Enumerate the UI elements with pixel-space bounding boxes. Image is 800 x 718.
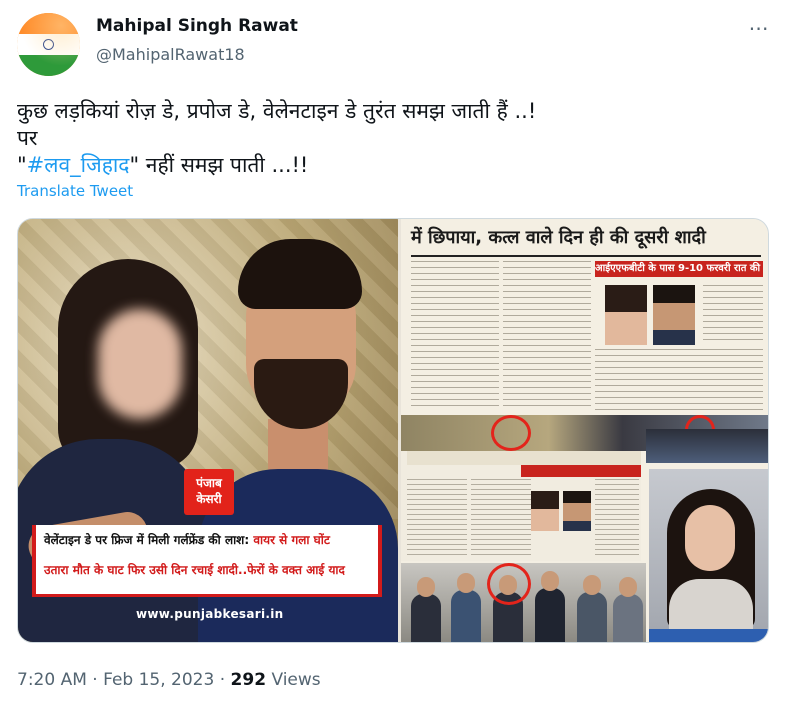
newspaper-column <box>503 261 591 411</box>
display-name[interactable]: Mahipal Singh Rawat <box>96 16 298 36</box>
headline-part-1: वेलेंटाइन डे पर फ्रिज में मिली गर्लफ्रें… <box>44 533 250 547</box>
newspaper-clip-2 <box>401 451 641 561</box>
newspaper-photo-woman <box>605 285 647 345</box>
clip-column <box>595 479 639 559</box>
meta-separator: · <box>214 670 231 690</box>
newspaper-red-banner: आईएएफबीटी के पास 9-10 फरवरी रात की घटना <box>595 261 763 277</box>
tweet-date[interactable]: Feb 15, 2023 <box>103 670 214 690</box>
views-count[interactable]: 292 <box>231 670 267 690</box>
highlight-circle <box>487 563 531 605</box>
headline-part-2: वायर से गला घोंट <box>249 533 330 547</box>
newspaper-photo-man <box>653 285 695 345</box>
tweet-line-3: "#लव_जिहाद" नहीं समझ पाती ...!! <box>17 152 777 179</box>
blue-band <box>649 629 768 642</box>
headline-line-2: उतारा मौत के घाट फिर उसी दिन रचाई शादी..… <box>44 563 345 577</box>
tweet-meta: 7:20 AM · Feb 15, 2023 · 292 Views <box>17 670 321 690</box>
open-quote: " <box>17 153 27 177</box>
news-photo-left: पंजाब केसरी वेलेंटाइन डे पर फ्रिज में मि… <box>18 219 398 642</box>
person <box>577 592 607 642</box>
clip-photo-man <box>563 491 591 531</box>
newspaper-rule <box>411 255 761 257</box>
clip-photo-woman <box>531 491 559 531</box>
tv-screenshot <box>646 429 768 463</box>
group-photo <box>401 563 646 642</box>
avatar-overlay <box>17 13 80 76</box>
clip-red-banner <box>521 465 641 477</box>
news-site-url: www.punjabkesari.in <box>136 607 284 621</box>
meta-separator: · <box>86 670 104 690</box>
user-handle[interactable]: @MahipalRawat18 <box>96 45 245 64</box>
person <box>411 594 441 642</box>
logo-line-2: केसरी <box>196 492 222 506</box>
woman-portrait <box>649 469 768 629</box>
newspaper-column <box>411 261 499 411</box>
portrait-face <box>685 505 735 571</box>
newspaper-headline: में छिपाया, कत्ल वाले दिन ही की दूसरी शा… <box>411 227 706 248</box>
person <box>451 590 481 642</box>
person <box>535 588 565 642</box>
person-head <box>583 575 601 595</box>
tweet-text: कुछ लड़कियां रोज़ डे, प्रपोज डे, वेलेनटा… <box>17 98 777 179</box>
translate-tweet-link[interactable]: Translate Tweet <box>17 182 133 200</box>
highlight-circle <box>491 415 531 451</box>
tweet-time[interactable]: 7:20 AM <box>17 670 87 690</box>
person-head <box>541 571 559 591</box>
newspaper-column <box>703 285 763 345</box>
portrait-clothing <box>669 579 753 629</box>
newspaper-text-block <box>595 349 763 413</box>
clip-column <box>471 479 531 559</box>
woman-face-blurred <box>98 309 182 419</box>
hashtag-link[interactable]: #लव_जिहाद <box>27 153 130 177</box>
logo-line-1: पंजाब <box>196 476 222 490</box>
headline-line-1: वेलेंटाइन डे पर फ्रिज में मिली गर्लफ्रें… <box>44 531 370 549</box>
person <box>613 594 643 642</box>
newspaper-collage-right: में छिपाया, कत्ल वाले दिन ही की दूसरी शा… <box>401 219 768 642</box>
views-label[interactable]: Views <box>266 670 320 690</box>
clip-header <box>407 451 641 465</box>
clip-column <box>407 479 467 559</box>
person-head <box>619 577 637 597</box>
avatar[interactable] <box>17 13 80 76</box>
tweet-line-2: पर <box>17 126 38 150</box>
tweet-line-1: कुछ लड़कियां रोज़ डे, प्रपोज डे, वेलेनटा… <box>17 99 537 123</box>
tweet-media-image[interactable]: पंजाब केसरी वेलेंटाइन डे पर फ्रिज में मि… <box>17 218 769 643</box>
news-headline-box: वेलेंटाइन डे पर फ्रिज में मिली गर्लफ्रें… <box>32 525 382 597</box>
more-options-icon[interactable]: ⋯ <box>744 16 774 40</box>
punjab-kesari-logo: पंजाब केसरी <box>184 469 234 515</box>
tweet-line-3-rest: " नहीं समझ पाती ...!! <box>129 153 309 177</box>
person-head <box>457 573 475 593</box>
person-head <box>417 577 435 597</box>
